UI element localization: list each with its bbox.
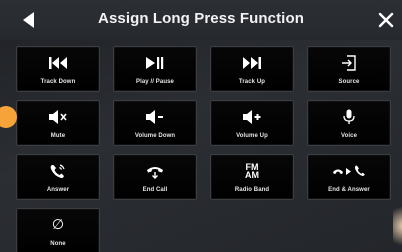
end-call-button[interactable]: End Call [113,154,197,200]
header-bar: Assign Long Press Function [0,0,402,40]
end-and-answer-icon [333,165,365,177]
tile-label: None [50,241,66,247]
tile-label: End & Answer [328,187,370,193]
phone-end-icon [147,167,163,179]
volume-down-button[interactable]: Volume Down [113,100,197,146]
volume-up-icon [243,110,261,124]
tile-label: Voice [340,133,358,139]
mute-icon [49,110,67,124]
assign-long-press-screen: Assign Long Press Function Track Down Pl… [0,0,402,252]
volume-up-button[interactable]: Volume Up [210,100,294,146]
tile-label: Volume Up [236,133,268,139]
none-icon: ∅ [51,217,65,233]
tile-label: Track Down [40,79,76,85]
track-up-button[interactable]: Track Up [210,46,294,92]
track-up-icon [243,57,261,69]
tile-label: Track Up [238,79,266,85]
radio-band-button[interactable]: FM AM Radio Band [210,154,294,200]
tile-label: Answer [46,187,70,193]
end-and-answer-button[interactable]: End & Answer [307,154,391,200]
function-grid: Track Down Play // Pause Track Up Source… [16,46,391,252]
phone-answer-icon [50,164,65,179]
source-button[interactable]: Source [307,46,391,92]
fm-am-icon: FM AM [245,162,259,180]
tile-label: Source [338,79,360,85]
close-icon[interactable] [377,11,395,29]
volume-down-icon [146,110,163,124]
source-icon [342,55,356,71]
mute-button[interactable]: Mute [16,100,100,146]
track-down-button[interactable]: Track Down [16,46,100,92]
page-title: Assign Long Press Function [98,10,304,27]
none-button[interactable]: ∅ None [16,208,100,252]
track-down-icon [49,57,67,69]
play-pause-icon [146,57,164,69]
voice-button[interactable]: Voice [307,100,391,146]
play-pause-button[interactable]: Play // Pause [113,46,197,92]
tile-label: Radio Band [234,187,270,193]
back-arrow-icon[interactable] [20,11,38,29]
tile-label: Play // Pause [136,79,174,85]
tile-label: End Call [142,187,168,193]
tile-label: Volume Down [134,133,176,139]
decorative-glow [393,200,402,252]
microphone-icon [343,109,355,124]
answer-button[interactable]: Answer [16,154,100,200]
tile-label: Mute [50,133,66,139]
